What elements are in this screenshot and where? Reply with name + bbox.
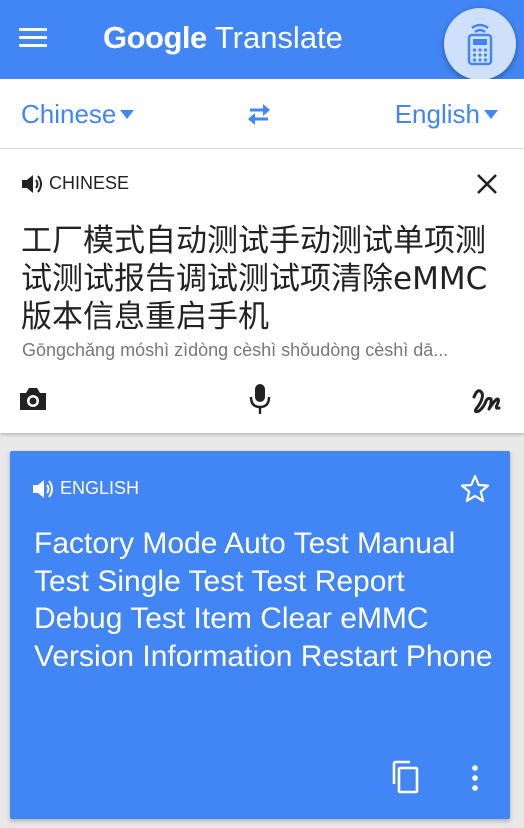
target-language-tag: ENGLISH (60, 478, 140, 498)
dropdown-caret-icon (484, 109, 498, 119)
target-language-header[interactable]: ENGLISH (32, 478, 139, 499)
microphone-icon[interactable] (248, 383, 272, 415)
speaker-icon[interactable] (21, 174, 43, 194)
dropdown-caret-icon (120, 109, 135, 119)
translated-text[interactable]: Factory Mode Auto Test Manual Test Singl… (34, 525, 494, 675)
camera-icon[interactable] (18, 386, 48, 412)
app-title-brand: Google (103, 20, 207, 55)
app-title: Google Translate (103, 18, 343, 58)
app-bar: Google Translate (0, 0, 524, 80)
source-text[interactable]: 工厂模式自动测试手动测试单项测试测试报告调试测试项清除eMMC版本信息重启手机 (21, 222, 501, 336)
target-language-label: English (394, 99, 480, 129)
source-transliteration: Gōngchǎng móshì zìdòng cèshì shǒudòng cè… (22, 340, 449, 360)
source-card: CHINESE 工厂模式自动测试手动测试单项测试测试报告调试测试项清除eMMC版… (0, 149, 524, 433)
copy-icon[interactable] (390, 760, 420, 794)
source-language-selector[interactable]: Chinese (21, 99, 135, 130)
source-language-tag: CHINESE (49, 173, 130, 193)
swap-icon[interactable] (244, 100, 274, 128)
star-icon[interactable] (459, 473, 491, 505)
source-language-header[interactable]: CHINESE (21, 173, 129, 194)
handwriting-icon[interactable] (470, 385, 502, 415)
menu-icon[interactable] (19, 28, 47, 52)
speaker-icon[interactable] (32, 479, 54, 499)
source-language-label: Chinese (21, 99, 117, 129)
more-vert-icon[interactable] (468, 763, 482, 793)
close-icon[interactable] (475, 172, 499, 196)
language-bar: Chinese English (0, 79, 524, 149)
remote-icon[interactable] (444, 8, 516, 80)
translation-result-card[interactable]: ENGLISH Factory Mode Auto Test Manual Te… (10, 451, 510, 819)
app-title-product: Translate (214, 20, 343, 55)
target-language-selector[interactable]: English (395, 99, 498, 130)
